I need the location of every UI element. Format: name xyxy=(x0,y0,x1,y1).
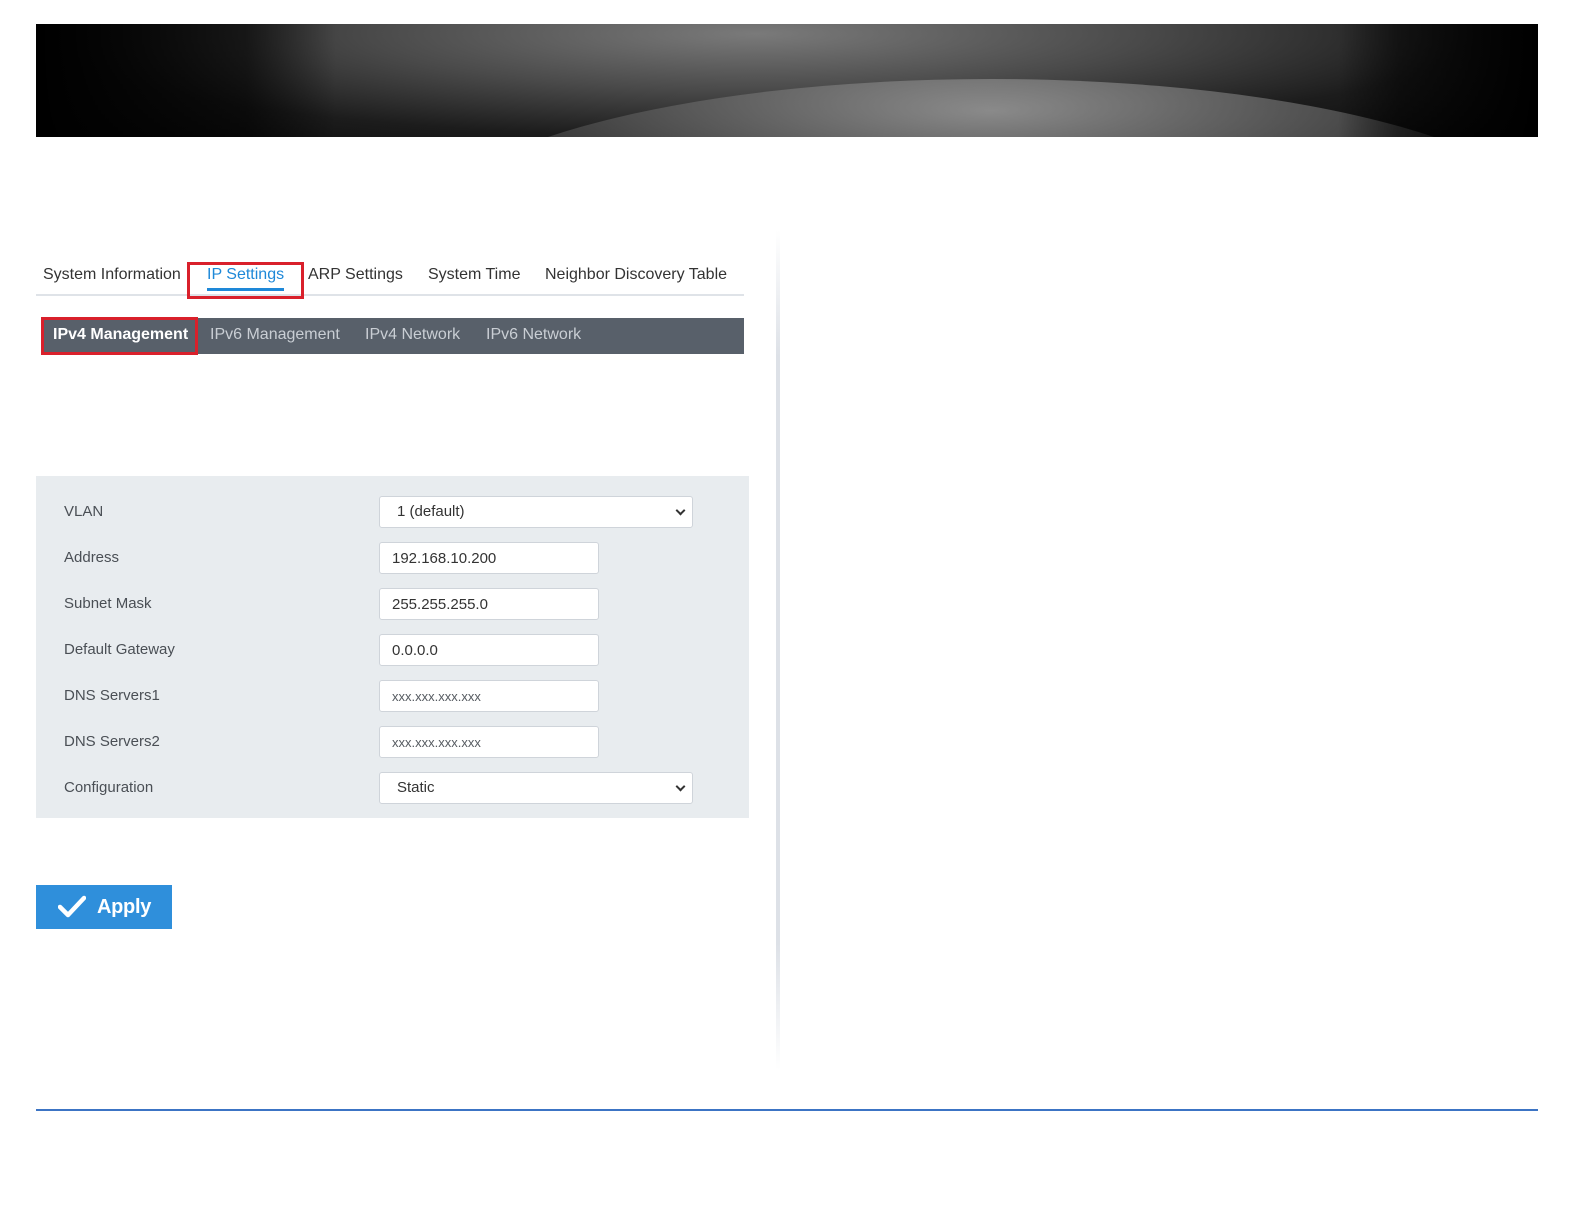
tab-system-information[interactable]: System Information xyxy=(43,262,181,292)
vertical-divider xyxy=(776,230,780,1070)
subtab-label: IPv4 Network xyxy=(365,326,461,343)
tab-label: ARP Settings xyxy=(308,266,403,283)
apply-button[interactable]: Apply xyxy=(36,885,172,929)
configuration-label: Configuration xyxy=(64,779,154,796)
tab-neighbor-discovery-table[interactable]: Neighbor Discovery Table xyxy=(545,262,727,292)
subtab-ipv6-network[interactable]: IPv6 Network xyxy=(486,318,581,354)
banner-shade-left xyxy=(36,24,336,137)
tab-label: System Time xyxy=(428,266,521,283)
ipv4-management-form: VLAN 1 (default) Address Subnet Mask Def… xyxy=(36,476,749,818)
page: System Information IP Settings ARP Setti… xyxy=(0,0,1584,1224)
top-tab-bar: System Information IP Settings ARP Setti… xyxy=(36,262,744,296)
header-banner xyxy=(36,24,1538,137)
tab-label: System Information xyxy=(43,266,181,283)
subnet-mask-label: Subnet Mask xyxy=(64,595,152,612)
default-gateway-label: Default Gateway xyxy=(64,641,175,658)
tab-system-time[interactable]: System Time xyxy=(428,262,520,292)
banner-shade-right xyxy=(1338,24,1538,137)
dns-servers2-label: DNS Servers2 xyxy=(64,733,160,750)
tab-arp-settings[interactable]: ARP Settings xyxy=(308,262,403,292)
subtab-label: IPv6 Network xyxy=(486,326,582,343)
dns-servers1-label: DNS Servers1 xyxy=(64,687,160,704)
address-input[interactable] xyxy=(379,542,599,574)
configuration-select[interactable]: Static xyxy=(379,772,693,804)
subnet-mask-row: Subnet Mask xyxy=(36,588,749,620)
apply-label: Apply xyxy=(97,896,152,918)
dns-servers1-input[interactable] xyxy=(379,680,599,712)
vlan-selected-value: 1 (default) xyxy=(397,503,465,520)
checkmark-icon xyxy=(58,895,86,918)
vlan-label: VLAN xyxy=(64,503,104,520)
highlight-box-ipv4-management xyxy=(41,317,198,355)
highlight-box-ip-settings xyxy=(187,262,304,299)
dns-servers2-input[interactable] xyxy=(379,726,599,758)
subtab-label: IPv6 Management xyxy=(210,326,340,343)
default-gateway-row: Default Gateway xyxy=(36,634,749,666)
vlan-select[interactable]: 1 (default) xyxy=(379,496,693,528)
configuration-selected-value: Static xyxy=(397,779,435,796)
configuration-row: Configuration Static xyxy=(36,772,749,804)
vlan-row: VLAN 1 (default) xyxy=(36,496,749,528)
default-gateway-input[interactable] xyxy=(379,634,599,666)
bottom-rule xyxy=(36,1109,1538,1111)
address-row: Address xyxy=(36,542,749,574)
subnet-mask-input[interactable] xyxy=(379,588,599,620)
chevron-down-icon xyxy=(675,781,686,792)
dns-servers2-row: DNS Servers2 xyxy=(36,726,749,758)
address-label: Address xyxy=(64,549,120,566)
tab-label: Neighbor Discovery Table xyxy=(545,266,728,283)
subtab-ipv6-management[interactable]: IPv6 Management xyxy=(210,318,340,354)
chevron-down-icon xyxy=(675,505,686,516)
dns-servers1-row: DNS Servers1 xyxy=(36,680,749,712)
subtab-ipv4-network[interactable]: IPv4 Network xyxy=(365,318,460,354)
